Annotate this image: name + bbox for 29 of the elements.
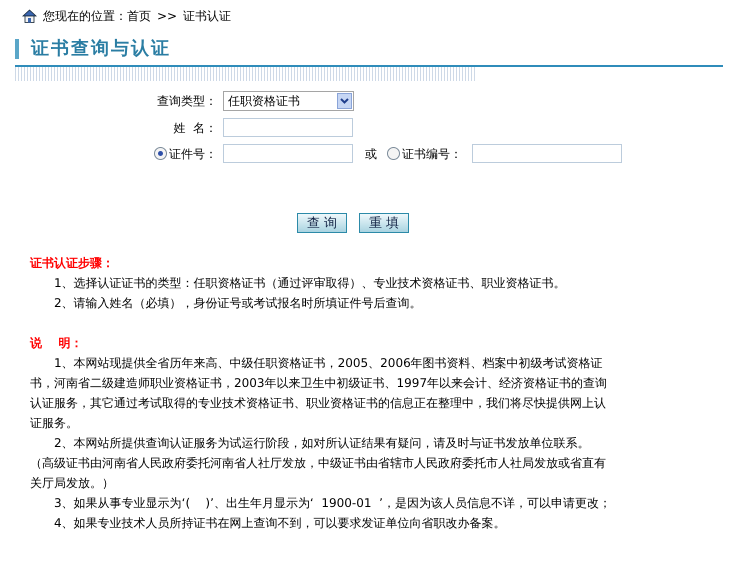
or-label: 或: [365, 146, 377, 162]
note-text: （高级证书由河南省人民政府委托河南省人社厅发放，中级证书由省辖市人民政府委托市人社局发放或省直有关厅局发放。）: [30, 455, 607, 492]
radio-button[interactable]: [154, 147, 167, 160]
radio-button[interactable]: [387, 147, 400, 160]
id-number-label: 证件号：: [169, 146, 217, 162]
home-link[interactable]: 首页: [127, 7, 151, 25]
home-icon: [22, 9, 37, 23]
breadcrumb-separator: >>: [157, 8, 178, 25]
certificate-number-field[interactable]: [472, 144, 622, 163]
location-label: 您现在的位置：: [43, 8, 127, 25]
name-label: 姓 名：: [172, 120, 218, 136]
id-number-field[interactable]: [223, 144, 353, 163]
note-text: 2、本网站所提供查询认证服务为试运行阶段，如对所认证结果有疑问，请及时与证书发放单位联系。: [53, 435, 591, 452]
step-text: 1、选择认证证书的类型：任职资格证书（通过评审取得）、专业技术资格证书、职业资格证书。: [53, 275, 567, 292]
name-field[interactable]: [223, 118, 353, 137]
notes-heading: 说 明：: [30, 335, 84, 352]
current-page: 证书认证: [183, 8, 232, 25]
step-text: 2、请输入姓名（必填），身份证号或考试报名时所填证件号后查询。: [53, 295, 423, 312]
query-type-label: 查询类型：: [156, 93, 218, 110]
query-type-select[interactable]: 任职资格证书: [223, 91, 354, 111]
steps-heading: 证书认证步骤：: [30, 255, 115, 272]
note-text: 4、如果专业技术人员所持证书在网上查询不到，可以要求发证单位向省职改办备案。: [53, 515, 507, 532]
reset-button[interactable]: 重 填: [359, 213, 409, 233]
page-title: 证书查询与认证: [31, 37, 171, 61]
certificate-number-label: 证书编号：: [402, 146, 462, 162]
note-text: 3、如果从事专业显示为‘( )’、出生年月显示为‘ 1900-01 ’，是因为该人员信息不详，可以申请更改；: [53, 495, 612, 512]
chevron-down-icon: [340, 98, 349, 104]
note-text: 1、本网站现提供全省历年来高、中级任职资格证书，2005、2006年图书资料、档案中初级考试资格证书，河南省二级建造师职业资格证书，2003年以来卫生中初级证书、1997年以来会计、经济资格证书的查询认证服务，其它通过考试取得的专业技术资格证书、职业资格证书的信息正在整理中，我们将尽快提供网上认证服务。: [30, 355, 608, 432]
query-button[interactable]: 查 询: [297, 213, 347, 233]
